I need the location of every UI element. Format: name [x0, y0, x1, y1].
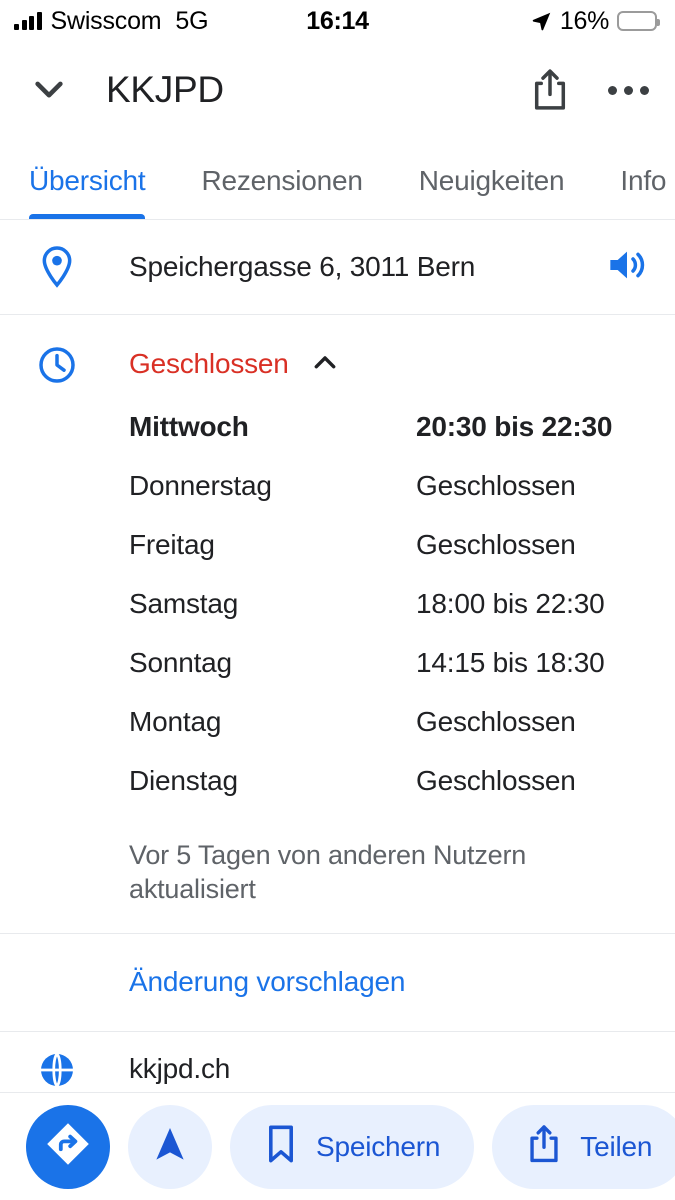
table-row: Donnerstag Geschlossen: [129, 470, 649, 529]
save-button[interactable]: Speichern: [230, 1104, 475, 1189]
hours-day-label: Freitag: [129, 529, 215, 560]
suggest-edit-row[interactable]: Änderung vorschlagen: [0, 934, 675, 1032]
address-text: Speichergasse 6, 3011 Bern: [129, 251, 476, 282]
speaker-icon[interactable]: [605, 245, 649, 290]
page-title: KKJPD: [106, 69, 224, 110]
hours-day-label: Dienstag: [129, 765, 238, 796]
share-button[interactable]: Teilen: [492, 1104, 675, 1189]
hours-day-label: Mittwoch: [129, 411, 249, 442]
table-row: Freitag Geschlossen: [129, 529, 649, 588]
table-row: Montag Geschlossen: [129, 706, 649, 765]
hours-day-label: Donnerstag: [129, 470, 272, 501]
globe-icon: [26, 1048, 88, 1090]
opening-hours-body: Geschlossen Mittwoch 20:30 bis 22:30 Don…: [88, 343, 649, 907]
suggest-edit-body: Änderung vorschlagen: [88, 966, 649, 998]
network-type-label: 5G: [175, 6, 209, 35]
table-row: Dienstag Geschlossen: [129, 765, 649, 824]
hours-time-value: Geschlossen: [416, 529, 576, 560]
details-content: Speichergasse 6, 3011 Bern Geschlossen M…: [0, 220, 675, 1200]
battery-percent-label: 16%: [559, 6, 609, 35]
bookmark-icon: [264, 1123, 298, 1170]
hours-time-value: 14:15 bis 18:30: [416, 647, 605, 678]
status-bar: Swisscom 5G 16:14 16%: [0, 0, 675, 42]
website-text: kkjpd.ch: [129, 1052, 231, 1084]
directions-button[interactable]: [26, 1104, 110, 1189]
table-row: Sonntag 14:15 bis 18:30: [129, 647, 649, 706]
address-trailing: [595, 245, 649, 290]
more-options-icon[interactable]: [603, 65, 653, 115]
website-body: kkjpd.ch: [88, 1053, 649, 1085]
location-arrow-icon: [531, 11, 552, 32]
hours-time-value: Geschlossen: [416, 470, 576, 501]
carrier-label: Swisscom: [50, 6, 162, 35]
clock-icon: [26, 343, 88, 385]
suggest-edit-spacer: [26, 981, 88, 983]
status-badge: Geschlossen: [129, 348, 289, 379]
hours-day-label: Montag: [129, 706, 222, 737]
address-row[interactable]: Speichergasse 6, 3011 Bern: [0, 220, 675, 315]
app-header: KKJPD: [0, 42, 675, 138]
save-button-label: Speichern: [316, 1130, 441, 1162]
table-row: Mittwoch 20:30 bis 22:30: [129, 411, 649, 470]
hours-day-label: Samstag: [129, 588, 239, 619]
hours-day-label: Sonntag: [129, 647, 232, 678]
address-body: Speichergasse 6, 3011 Bern: [88, 251, 595, 283]
tab-rezensionen[interactable]: Rezensionen: [201, 138, 362, 219]
location-pin-icon: [26, 245, 88, 289]
hours-time-value: Geschlossen: [416, 765, 576, 796]
chevron-up-icon[interactable]: [309, 346, 341, 383]
navigation-arrow-icon: [150, 1124, 190, 1169]
action-bar: Speichern Teilen: [0, 1092, 675, 1200]
opening-hours-row: Geschlossen Mittwoch 20:30 bis 22:30 Don…: [0, 315, 675, 934]
opening-hours-toggle[interactable]: Geschlossen: [129, 343, 649, 385]
share-button-label: Teilen: [580, 1130, 653, 1162]
hours-time-value: 18:00 bis 22:30: [416, 588, 605, 619]
tab-uebersicht[interactable]: Übersicht: [29, 138, 146, 219]
tab-bar: Übersicht Rezensionen Neuigkeiten Info: [0, 138, 675, 220]
status-bar-right: 16%: [531, 6, 660, 35]
hours-time-value: Geschlossen: [416, 706, 576, 737]
status-bar-left: Swisscom 5G: [14, 6, 209, 35]
directions-icon: [44, 1120, 92, 1173]
navigate-button[interactable]: [128, 1104, 212, 1189]
tab-info[interactable]: Info: [620, 138, 666, 219]
chevron-down-icon[interactable]: [26, 67, 72, 113]
table-row: Samstag 18:00 bis 22:30: [129, 588, 649, 647]
maps-place-details-screen: Swisscom 5G 16:14 16% KKJPD Übersicht Re…: [0, 0, 675, 1200]
share-icon[interactable]: [525, 65, 575, 115]
header-actions: [525, 65, 653, 115]
tab-neuigkeiten[interactable]: Neuigkeiten: [419, 138, 565, 219]
hours-time-value: 20:30 bis 22:30: [416, 411, 613, 442]
opening-hours-table: Mittwoch 20:30 bis 22:30 Donnerstag Gesc…: [129, 411, 649, 824]
share-icon: [526, 1123, 562, 1170]
signal-bars-icon: [14, 11, 42, 30]
battery-icon: [617, 11, 660, 31]
hours-updated-note: Vor 5 Tagen von anderen Nutzern aktualis…: [129, 840, 527, 904]
suggest-edit-link[interactable]: Änderung vorschlagen: [129, 966, 405, 997]
